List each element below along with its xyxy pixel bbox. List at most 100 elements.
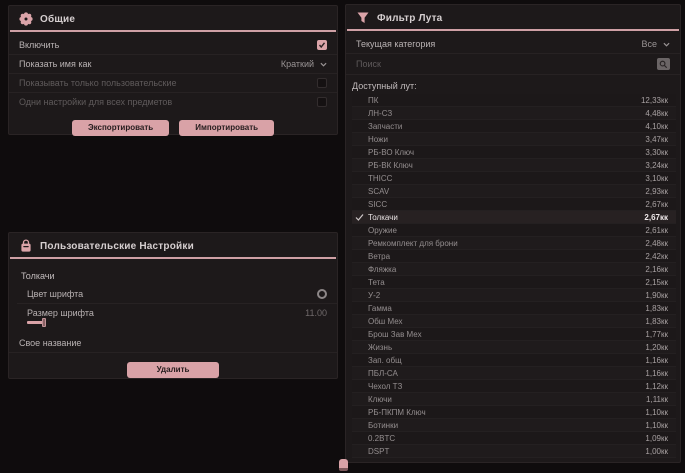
- loot-row[interactable]: ЛН-СЗ 4,48кк: [352, 107, 676, 120]
- import-button[interactable]: Импортировать: [179, 120, 274, 136]
- loot-item-value: 1,00кк: [645, 447, 668, 456]
- loot-item-name: Тета: [368, 278, 385, 287]
- header-rule: [10, 257, 336, 259]
- chevron-down-icon: [320, 61, 327, 68]
- loot-row[interactable]: DSPT 1,00кк: [352, 445, 676, 458]
- loot-item-value: 2,42кк: [645, 252, 668, 261]
- name-display-row: Показать имя как Краткий: [9, 55, 337, 74]
- font-color-row[interactable]: Цвет шрифта: [17, 285, 337, 304]
- loot-row[interactable]: Толкачи 2,67кк: [352, 211, 676, 224]
- custom-settings-title: Пользовательские Настройки: [40, 241, 194, 252]
- slider-handle[interactable]: [42, 318, 46, 327]
- font-size-value: 11.00: [305, 308, 327, 318]
- check-icon: [318, 41, 326, 49]
- header-rule: [347, 29, 679, 31]
- loot-row[interactable]: Жизнь 1,20кк: [352, 341, 676, 354]
- loot-filter-title: Фильтр Лута: [377, 13, 442, 24]
- loot-item-value: 3,30кк: [645, 148, 668, 157]
- loot-row[interactable]: Фляжка 2,16кк: [352, 263, 676, 276]
- search-input[interactable]: [356, 59, 596, 69]
- available-loot-label: Доступный лут:: [346, 75, 680, 94]
- loot-row[interactable]: РБ-ПКПМ Ключ 1,10кк: [352, 406, 676, 419]
- name-display-value: Краткий: [281, 59, 314, 69]
- loot-item-value: 2,61кк: [645, 226, 668, 235]
- search-row: [346, 54, 680, 75]
- loot-item-value: 1,10кк: [645, 408, 668, 417]
- loot-item-name: РБ-ВК Ключ: [368, 161, 413, 170]
- loot-row[interactable]: ПК 12,33кк: [352, 94, 676, 107]
- name-display-label: Показать имя как: [19, 59, 91, 69]
- loot-row[interactable]: Чехол ТЗ 1,12кк: [352, 380, 676, 393]
- loot-row[interactable]: У-2 1,90кк: [352, 289, 676, 302]
- loot-item-name: 0.2BTC: [368, 434, 395, 443]
- loot-item-name: Ботинки: [368, 421, 398, 430]
- loot-item-name: DSPT: [368, 447, 389, 456]
- enable-checkbox[interactable]: [317, 40, 327, 50]
- loot-item-name: Зап. общ: [368, 356, 402, 365]
- loot-item-name: Фляжка: [368, 265, 396, 274]
- loot-item-value: 4,10кк: [645, 122, 668, 131]
- font-size-slider[interactable]: [9, 319, 337, 330]
- general-buttons: Экспортировать Импортировать: [9, 111, 337, 142]
- loot-row[interactable]: THICC 3,10кк: [352, 172, 676, 185]
- loot-item-name: У-2: [368, 291, 380, 300]
- bag-icon: [19, 239, 33, 253]
- loot-item-value: 1,83кк: [645, 304, 668, 313]
- loot-row[interactable]: SCAV 2,93кк: [352, 185, 676, 198]
- same-settings-checkbox[interactable]: [317, 97, 327, 107]
- loot-item-value: 2,16кк: [645, 265, 668, 274]
- loot-item-name: Жизнь: [368, 343, 392, 352]
- loot-item-name: SICC: [368, 200, 387, 209]
- loot-item-name: ПК: [368, 96, 378, 105]
- general-title: Общие: [40, 14, 75, 25]
- delete-button[interactable]: Удалить: [127, 362, 220, 378]
- loot-row[interactable]: Обш Мех 1,83кк: [352, 315, 676, 328]
- funnel-icon: [356, 11, 370, 25]
- loot-row[interactable]: РБ-ВО Ключ 3,30кк: [352, 146, 676, 159]
- loot-item-name: Ключи: [368, 395, 392, 404]
- loot-item-name: Оружие: [368, 226, 397, 235]
- loot-list[interactable]: ПК 12,33кк ЛН-СЗ 4,48кк Запчасти 4,10кк …: [352, 94, 676, 458]
- font-size-label: Размер шрифта: [27, 308, 94, 318]
- loot-item-value: 2,48кк: [645, 239, 668, 248]
- category-select[interactable]: Все: [641, 39, 670, 49]
- loot-row[interactable]: Гамма 1,83кк: [352, 302, 676, 315]
- loot-item-value: 1,83кк: [645, 317, 668, 326]
- custom-settings-header: Пользовательские Настройки: [9, 233, 337, 257]
- loot-item-name: Запчасти: [368, 122, 402, 131]
- loot-row[interactable]: Ремкомплект для брони 2,48кк: [352, 237, 676, 250]
- loot-row[interactable]: Оружие 2,61кк: [352, 224, 676, 237]
- color-picker-icon[interactable]: [317, 289, 327, 299]
- loot-row[interactable]: Ножи 3,47кк: [352, 133, 676, 146]
- search-icon[interactable]: [657, 58, 670, 70]
- category-row: Текущая категория Все: [346, 35, 680, 54]
- drag-handle-icon[interactable]: [339, 459, 348, 471]
- same-settings-label: Одни настройки для всех предметов: [19, 97, 172, 107]
- loot-item-name: РБ-ВО Ключ: [368, 148, 414, 157]
- custom-name-row[interactable]: Свое название: [9, 334, 337, 353]
- loot-row[interactable]: Ветра 2,42кк: [352, 250, 676, 263]
- only-custom-checkbox[interactable]: [317, 78, 327, 88]
- custom-settings-buttons: Удалить: [9, 353, 337, 384]
- selected-check-icon: [355, 213, 364, 222]
- loot-item-value: 1,09кк: [645, 434, 668, 443]
- loot-row[interactable]: ПБЛ-СА 1,16кк: [352, 367, 676, 380]
- loot-row[interactable]: Тета 2,15кк: [352, 276, 676, 289]
- loot-item-name: Ножи: [368, 135, 388, 144]
- loot-item-value: 2,93кк: [645, 187, 668, 196]
- loot-row[interactable]: Брош Зав Мех 1,77кк: [352, 328, 676, 341]
- loot-row[interactable]: Зап. общ 1,16кк: [352, 354, 676, 367]
- export-button[interactable]: Экспортировать: [72, 120, 169, 136]
- loot-filter-panel: Фильтр Лута Текущая категория Все Доступ…: [345, 4, 681, 463]
- enable-row: Включить: [9, 36, 337, 55]
- magnifier-glyph: [659, 60, 668, 69]
- name-display-select[interactable]: Краткий: [281, 59, 327, 69]
- loot-row[interactable]: SICC 2,67кк: [352, 198, 676, 211]
- loot-row[interactable]: Ключи 1,11кк: [352, 393, 676, 406]
- loot-row[interactable]: 0.2BTC 1,09кк: [352, 432, 676, 445]
- loot-item-name: РБ-ПКПМ Ключ: [368, 408, 426, 417]
- loot-row[interactable]: Ботинки 1,10кк: [352, 419, 676, 432]
- loot-row[interactable]: РБ-ВК Ключ 3,24кк: [352, 159, 676, 172]
- header-rule: [10, 30, 336, 32]
- loot-row[interactable]: Запчасти 4,10кк: [352, 120, 676, 133]
